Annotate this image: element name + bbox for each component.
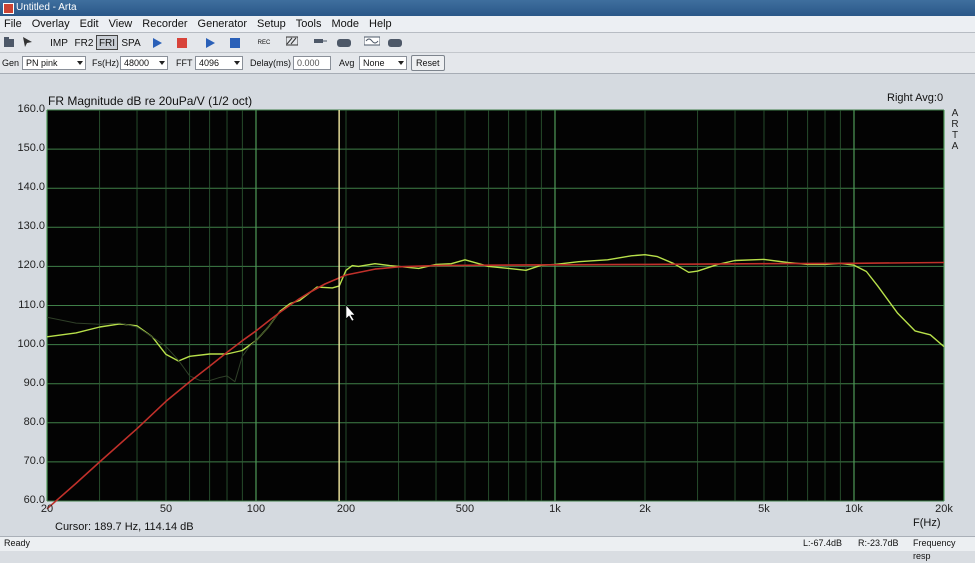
left-level: L:-67.4dB xyxy=(803,538,843,548)
y-tick-label: 80.0 xyxy=(23,415,45,428)
x-tick-label: 10k xyxy=(845,503,863,515)
y-tick-label: 70.0 xyxy=(23,454,45,467)
x-tick-label: 100 xyxy=(246,503,266,515)
y-tick-label: 140.0 xyxy=(17,181,45,194)
x-tick-label: 50 xyxy=(159,503,173,515)
x-tick-label: 5k xyxy=(758,503,770,515)
cursor-readout: Cursor: 189.7 Hz, 114.14 dB xyxy=(55,521,194,533)
x-tick-label: 20k xyxy=(935,503,953,515)
right-level: R:-23.7dB xyxy=(858,538,899,548)
y-tick-label: 90.0 xyxy=(23,376,45,389)
x-tick-label: 200 xyxy=(336,503,356,515)
x-axis-label: F(Hz) xyxy=(913,517,941,529)
y-tick-label: 110.0 xyxy=(18,298,45,311)
frequency-response-chart[interactable] xyxy=(0,0,975,551)
y-tick-label: 130.0 xyxy=(17,220,45,233)
y-tick-label: 150.0 xyxy=(17,142,45,155)
status-bar: Ready L:-67.4dB R:-23.7dB Frequency resp xyxy=(0,536,975,561)
status-text: Ready xyxy=(4,538,31,548)
x-tick-label: 1k xyxy=(549,503,561,515)
x-tick-label: 20 xyxy=(40,503,54,515)
x-tick-label: 500 xyxy=(455,503,475,515)
y-tick-label: 120.0 xyxy=(17,259,45,272)
status-mode: Frequency resp xyxy=(913,538,956,561)
x-tick-label: 2k xyxy=(639,503,651,515)
y-tick-label: 160.0 xyxy=(17,103,45,115)
y-tick-label: 100.0 xyxy=(17,337,45,350)
